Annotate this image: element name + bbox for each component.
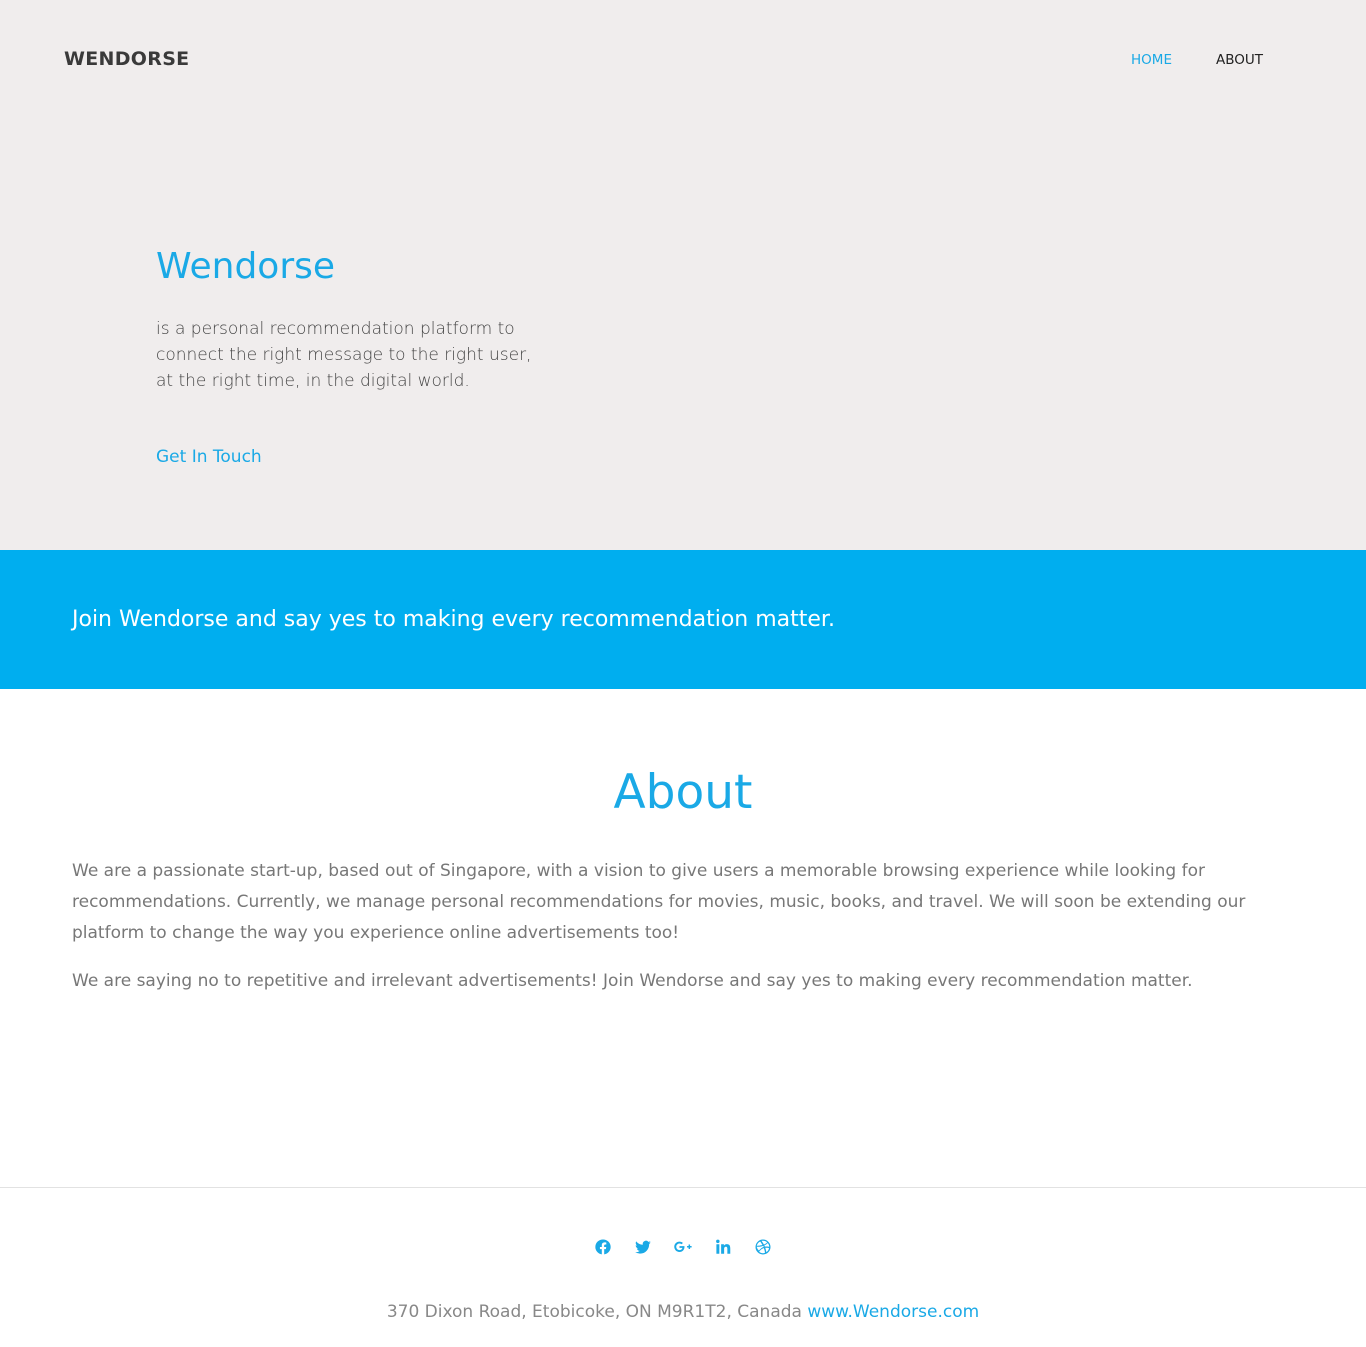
- get-in-touch-link[interactable]: Get In Touch: [156, 447, 262, 467]
- brand-logo[interactable]: WENDORSE: [64, 48, 189, 70]
- cta-banner: Join Wendorse and say yes to making ever…: [0, 550, 1366, 689]
- about-paragraph: We are a passionate start-up, based out …: [72, 861, 1246, 943]
- nav-item-home[interactable]: HOME: [1131, 52, 1172, 68]
- facebook-icon[interactable]: [593, 1237, 613, 1257]
- main-nav: HOME ABOUT: [1131, 52, 1366, 68]
- footer: 370 Dixon Road, Etobicoke, ON M9R1T2, Ca…: [0, 1188, 1366, 1347]
- social-links: [0, 1237, 1366, 1257]
- google-plus-icon[interactable]: [673, 1237, 693, 1257]
- hero-section: WENDORSE HOME ABOUT Wendorse is a person…: [0, 0, 1366, 550]
- twitter-icon[interactable]: [633, 1237, 653, 1257]
- banner-text: Join Wendorse and say yes to making ever…: [72, 607, 835, 632]
- about-body: We are a passionate start-up, based out …: [72, 856, 1292, 1014]
- nav-item-about[interactable]: ABOUT: [1216, 52, 1263, 68]
- about-title: About: [613, 765, 753, 820]
- address-text: 370 Dixon Road, Etobicoke, ON M9R1T2, Ca…: [386, 1302, 802, 1322]
- footer-address: 370 Dixon Road, Etobicoke, ON M9R1T2, Ca…: [0, 1302, 1366, 1322]
- website-link[interactable]: www.Wendorse.com: [807, 1302, 979, 1322]
- hero-description: is a personal recommendation platform to…: [156, 319, 532, 391]
- about-paragraph: We are saying no to repetitive and irrel…: [72, 971, 1193, 991]
- dribbble-icon[interactable]: [753, 1237, 773, 1257]
- about-section: About We are a passionate start-up, base…: [0, 689, 1366, 1187]
- linkedin-icon[interactable]: [713, 1237, 733, 1257]
- hero-title: Wendorse: [156, 246, 336, 287]
